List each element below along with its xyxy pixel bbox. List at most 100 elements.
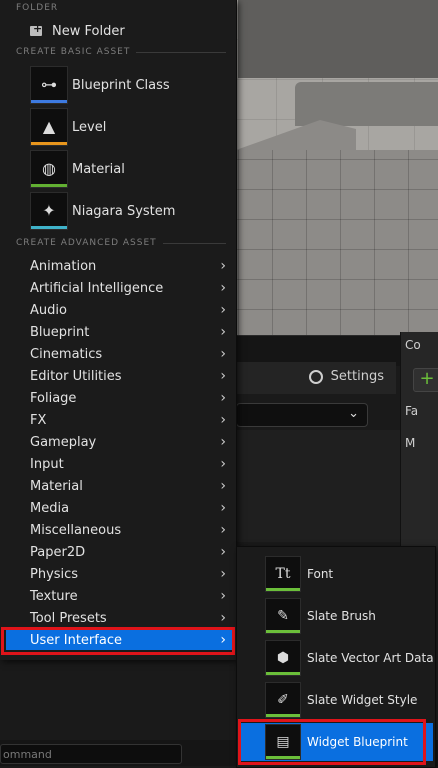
chevron-right-icon: › [220, 280, 226, 296]
blueprint-class-item[interactable]: ⊶ Blueprint Class [30, 66, 170, 104]
slate-vector-art-data-label: Slate Vector Art Data [307, 651, 434, 665]
slate-brush-label: Slate Brush [307, 609, 376, 623]
slate-brush-item[interactable]: ✎ Slate Brush [265, 597, 376, 635]
material-label: Material [72, 161, 125, 177]
chevron-right-icon: › [220, 324, 226, 340]
basic-asset-header: CREATE BASIC ASSET [16, 47, 226, 57]
category-label: Animation [30, 258, 97, 274]
chevron-right-icon: › [220, 610, 226, 626]
slate-widget-style-label: Slate Widget Style [307, 693, 418, 707]
blueprint-class-label: Blueprint Class [72, 77, 170, 93]
filter-dropdown[interactable]: ⌄ [236, 403, 368, 427]
category-label: Material [30, 478, 83, 494]
material-item[interactable]: ◍ Material [30, 150, 125, 188]
user-interface-submenu: Tt Font ✎ Slate Brush ⬢ Slate Vector Art… [236, 546, 436, 768]
level-label: Level [72, 119, 107, 135]
level-item[interactable]: ▲ Level [30, 108, 106, 146]
slate-widget-style-item[interactable]: ✐ Slate Widget Style [265, 681, 417, 719]
new-folder-icon [30, 22, 42, 36]
category-gameplay[interactable]: Gameplay › [6, 432, 232, 452]
chevron-right-icon: › [220, 390, 226, 406]
niagara-icon: ✦ [30, 192, 68, 230]
widget-blueprint-label: Widget Blueprint [307, 735, 408, 749]
favorites-label[interactable]: Fa [405, 404, 418, 418]
settings-label: Settings [330, 369, 384, 384]
niagara-system-item[interactable]: ✦ Niagara System [30, 192, 175, 230]
category-editor-utilities[interactable]: Editor Utilities › [6, 366, 232, 386]
category-animation[interactable]: Animation › [6, 256, 232, 276]
advanced-asset-header: CREATE ADVANCED ASSET [16, 238, 226, 248]
font-label: Font [307, 567, 334, 581]
category-label: Foliage [30, 390, 77, 406]
chevron-right-icon: › [220, 478, 226, 494]
advanced-header-label: CREATE ADVANCED ASSET [16, 238, 157, 248]
chevron-right-icon: › [220, 500, 226, 516]
niagara-system-label: Niagara System [72, 203, 176, 219]
category-label: Blueprint [30, 324, 90, 340]
chevron-right-icon: › [220, 632, 226, 648]
category-artificial-intelligence[interactable]: Artificial Intelligence › [6, 278, 232, 298]
chevron-down-icon: ⌄ [348, 406, 359, 421]
chevron-right-icon: › [220, 258, 226, 274]
folder-header-label: FOLDER [16, 3, 59, 13]
chevron-right-icon: › [220, 368, 226, 384]
content-browser-header: Settings [236, 362, 396, 394]
new-folder-label: New Folder [52, 23, 125, 39]
category-label: Texture [30, 588, 78, 604]
panel-tab-label[interactable]: Co [405, 338, 421, 352]
category-user-interface[interactable]: User Interface › [6, 630, 232, 650]
material-icon: ◍ [30, 150, 68, 188]
category-fx[interactable]: FX › [6, 410, 232, 430]
category-cinematics[interactable]: Cinematics › [6, 344, 232, 364]
slate-vector-art-data-item[interactable]: ⬢ Slate Vector Art Data [265, 639, 434, 677]
folder-section-header: FOLDER [16, 3, 226, 13]
blueprint-class-icon: ⊶ [30, 66, 68, 104]
chevron-right-icon: › [220, 412, 226, 428]
slate-brush-icon: ✎ [265, 598, 301, 634]
category-label: Tool Presets [30, 610, 107, 626]
category-blueprint[interactable]: Blueprint › [6, 322, 232, 342]
category-foliage[interactable]: Foliage › [6, 388, 232, 408]
category-physics[interactable]: Physics › [6, 564, 232, 584]
category-material[interactable]: Material › [6, 476, 232, 496]
category-audio[interactable]: Audio › [6, 300, 232, 320]
category-label: FX [30, 412, 47, 428]
category-miscellaneous[interactable]: Miscellaneous › [6, 520, 232, 540]
widget-style-icon: ✐ [265, 682, 301, 718]
font-item[interactable]: Tt Font [265, 555, 333, 593]
add-button[interactable]: + [413, 368, 438, 392]
basic-header-label: CREATE BASIC ASSET [16, 47, 131, 57]
widget-blueprint-icon: ▤ [265, 724, 301, 760]
category-tool-presets[interactable]: Tool Presets › [6, 608, 232, 628]
font-icon: Tt [265, 556, 301, 592]
category-label: Artificial Intelligence [30, 280, 164, 296]
new-folder-item[interactable]: New Folder [30, 22, 125, 40]
chevron-right-icon: › [220, 346, 226, 362]
chevron-right-icon: › [220, 522, 226, 538]
chevron-right-icon: › [220, 302, 226, 318]
category-label: Gameplay [30, 434, 97, 450]
vector-art-icon: ⬢ [265, 640, 301, 676]
category-label: Editor Utilities [30, 368, 122, 384]
category-paper2d[interactable]: Paper2D › [6, 542, 232, 562]
level-icon: ▲ [30, 108, 68, 146]
category-texture[interactable]: Texture › [6, 586, 232, 606]
chevron-right-icon: › [220, 566, 226, 582]
chevron-right-icon: › [220, 456, 226, 472]
category-media[interactable]: Media › [6, 498, 232, 518]
tree-root-label[interactable]: M [405, 436, 415, 450]
content-area [236, 430, 400, 542]
category-input[interactable]: Input › [6, 454, 232, 474]
command-input[interactable]: ommand [0, 744, 182, 764]
chevron-right-icon: › [220, 588, 226, 604]
category-label: Media [30, 500, 70, 516]
settings-button[interactable]: Settings [308, 369, 384, 384]
category-label: Input [30, 456, 64, 472]
category-label: User Interface [30, 632, 122, 648]
category-label: Audio [30, 302, 67, 318]
viewport-block [295, 82, 438, 126]
widget-blueprint-item[interactable]: ▤ Widget Blueprint [241, 723, 433, 761]
viewport-dark-wall [238, 0, 438, 78]
chevron-right-icon: › [220, 434, 226, 450]
category-label: Cinematics [30, 346, 103, 362]
